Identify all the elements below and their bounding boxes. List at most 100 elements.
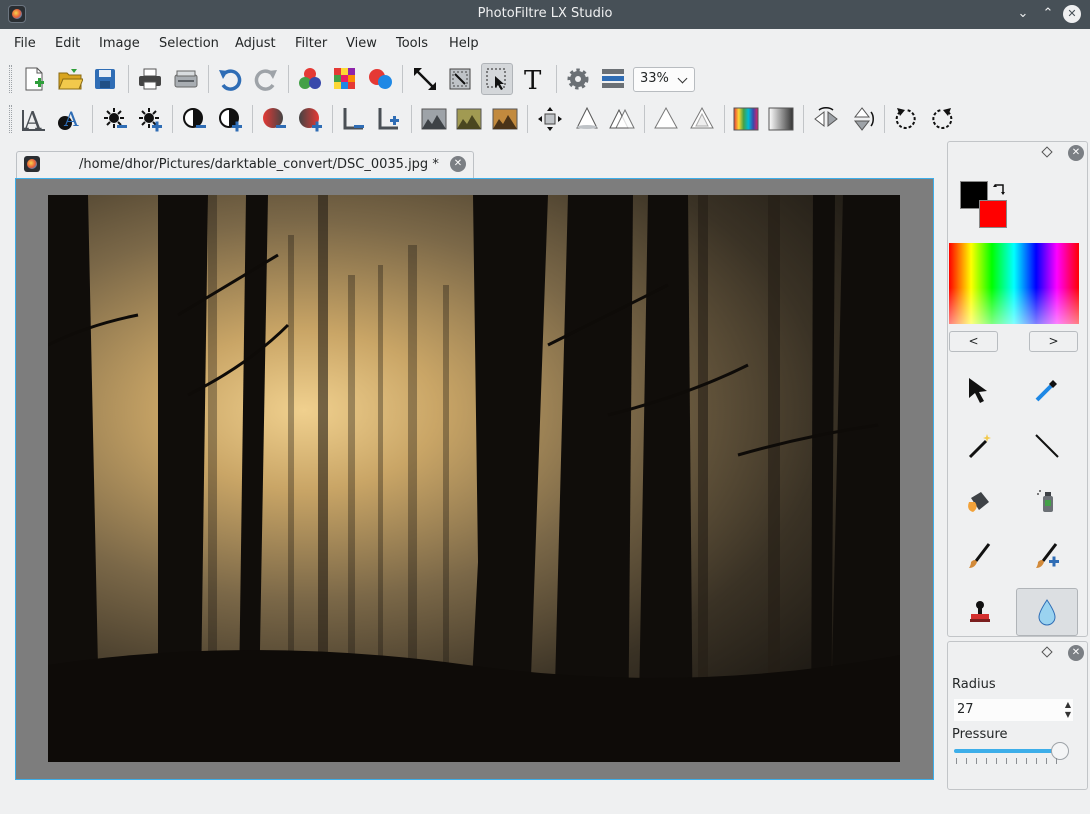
canvas-size-icon[interactable] <box>444 63 476 95</box>
window-title: PhotoFiltre LX Studio <box>477 6 613 21</box>
svg-text:A: A <box>23 107 42 132</box>
palette-next-button[interactable]: > <box>1029 331 1078 352</box>
gray-gradient-icon[interactable] <box>765 103 797 135</box>
toolbar-separator <box>92 105 93 133</box>
menu-filter[interactable]: Filter <box>295 36 327 51</box>
text-tool-icon[interactable]: T <box>518 63 550 95</box>
menu-selection[interactable]: Selection <box>159 36 219 51</box>
zoom-select[interactable]: 33% <box>633 67 695 92</box>
float-panel-icon[interactable] <box>1041 146 1053 158</box>
chevron-down-icon[interactable]: ⌄ <box>1014 5 1032 23</box>
toolbar-separator <box>724 105 725 133</box>
radius-value: 27 <box>957 702 974 717</box>
grayscale-icon[interactable] <box>418 103 450 135</box>
toolbar-separator <box>252 105 253 133</box>
document-tab-label: /home/dhor/Pictures/darktable_convert/DS… <box>79 157 439 172</box>
paint-bucket-icon[interactable] <box>949 477 1011 525</box>
pressure-slider-track[interactable] <box>954 749 1066 753</box>
toolbar-grip[interactable] <box>9 65 12 93</box>
redo-icon[interactable] <box>250 63 282 95</box>
arrow-select-icon[interactable] <box>949 366 1011 414</box>
saturation-minus-icon[interactable] <box>258 103 290 135</box>
chevron-up-icon[interactable]: ⌃ <box>1039 5 1057 23</box>
tools-panel: ✕ < > <box>947 141 1088 637</box>
float-panel-icon[interactable] <box>1041 646 1053 658</box>
menu-edit[interactable]: Edit <box>55 36 80 51</box>
rgb-channels-icon[interactable] <box>294 63 326 95</box>
spin-arrows-icon[interactable]: ▲ ▼ <box>1065 700 1071 720</box>
text-effect-icon[interactable]: A <box>18 103 50 135</box>
gamma-plus-icon[interactable] <box>373 103 405 135</box>
palette-prev-button[interactable]: < <box>949 331 998 352</box>
toolbar-separator <box>803 105 804 133</box>
blur-icon[interactable] <box>650 103 682 135</box>
color-gradient-icon[interactable] <box>730 103 762 135</box>
olive-tone-icon[interactable] <box>453 103 485 135</box>
swap-colors-icon[interactable] <box>992 182 1008 198</box>
close-window-button[interactable]: ✕ <box>1063 5 1081 23</box>
new-file-icon[interactable] <box>18 63 50 95</box>
sharpen-icon[interactable] <box>571 103 603 135</box>
contrast-minus-icon[interactable] <box>178 103 210 135</box>
flip-horizontal-icon[interactable] <box>810 103 842 135</box>
menu-file[interactable]: File <box>14 36 36 51</box>
contrast-plus-icon[interactable] <box>214 103 246 135</box>
filter-toolbar: A A <box>0 99 1090 139</box>
undo-icon[interactable] <box>214 63 246 95</box>
color-palette[interactable] <box>949 243 1079 324</box>
gamma-minus-icon[interactable] <box>338 103 370 135</box>
background-color-swatch[interactable] <box>979 200 1007 228</box>
rotate-left-icon[interactable] <box>890 103 922 135</box>
selection-icon[interactable] <box>481 63 513 95</box>
toolbar-separator <box>556 65 557 93</box>
blur-more-icon[interactable] <box>686 103 718 135</box>
brush-icon[interactable] <box>949 532 1011 580</box>
color-grid-icon[interactable] <box>329 63 361 95</box>
scanner-icon[interactable] <box>170 63 202 95</box>
resize-arrow-icon[interactable] <box>409 63 441 95</box>
text-contrast-icon[interactable]: A <box>53 103 85 135</box>
layers-icon[interactable] <box>597 63 629 95</box>
menu-adjust[interactable]: Adjust <box>235 36 276 51</box>
flip-vertical-icon[interactable] <box>846 103 878 135</box>
saturation-plus-icon[interactable] <box>294 103 326 135</box>
clone-stamp-icon[interactable] <box>949 588 1011 636</box>
color-picker-icon[interactable] <box>1016 366 1078 414</box>
spray-can-icon[interactable] <box>1016 477 1078 525</box>
radius-label: Radius <box>952 677 996 692</box>
blur-drop-icon[interactable] <box>1016 588 1078 636</box>
forest-photo[interactable] <box>48 195 900 762</box>
sharpen-more-icon[interactable] <box>606 103 638 135</box>
close-tab-icon[interactable]: ✕ <box>450 156 466 172</box>
line-tool-icon[interactable] <box>1016 422 1078 470</box>
sepia-icon[interactable] <box>489 103 521 135</box>
pressure-label: Pressure <box>952 727 1008 742</box>
document-tab[interactable]: /home/dhor/Pictures/darktable_convert/DS… <box>16 151 474 179</box>
red-blue-icon[interactable] <box>364 63 396 95</box>
svg-text:A: A <box>63 107 79 131</box>
menu-tools[interactable]: Tools <box>396 36 428 51</box>
save-icon[interactable] <box>89 63 121 95</box>
canvas-area[interactable] <box>15 178 934 780</box>
advanced-brush-icon[interactable] <box>1016 532 1078 580</box>
brightness-minus-icon[interactable] <box>99 103 131 135</box>
move-icon[interactable] <box>534 103 566 135</box>
toolbar-separator <box>402 65 403 93</box>
toolbar-separator <box>332 105 333 133</box>
menu-help[interactable]: Help <box>449 36 479 51</box>
open-folder-icon[interactable] <box>54 63 86 95</box>
close-panel-icon[interactable]: ✕ <box>1068 645 1084 661</box>
toolbar-separator <box>527 105 528 133</box>
menu-view[interactable]: View <box>346 36 377 51</box>
gear-icon[interactable] <box>562 63 594 95</box>
rotate-right-icon[interactable] <box>926 103 958 135</box>
toolbar-grip[interactable] <box>9 105 12 133</box>
toolbar-separator <box>128 65 129 93</box>
toolbar-separator <box>411 105 412 133</box>
menu-image[interactable]: Image <box>99 36 140 51</box>
close-panel-icon[interactable]: ✕ <box>1068 145 1084 161</box>
brightness-plus-icon[interactable] <box>134 103 166 135</box>
radius-spinbox[interactable]: 27 ▲ ▼ <box>953 698 1074 722</box>
print-icon[interactable] <box>134 63 166 95</box>
magic-wand-icon[interactable] <box>949 422 1011 470</box>
